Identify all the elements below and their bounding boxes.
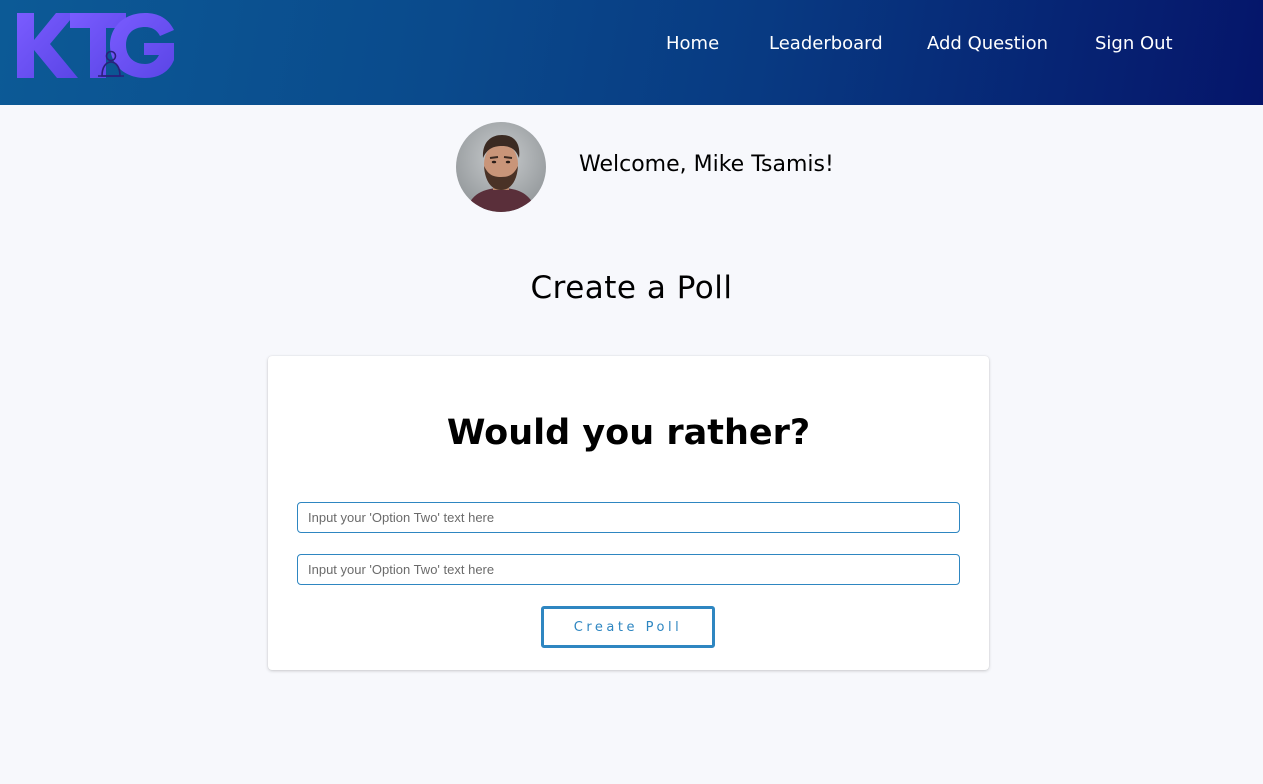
main-nav: Home Leaderboard Add Question Sign Out xyxy=(0,33,1263,59)
avatar xyxy=(456,122,546,212)
create-poll-button[interactable]: Create Poll xyxy=(541,606,715,648)
option-two-input[interactable] xyxy=(297,554,960,585)
nav-sign-out-link[interactable]: Sign Out xyxy=(1095,33,1173,54)
welcome-message: Welcome, Mike Tsamis! xyxy=(579,152,834,177)
page-title: Create a Poll xyxy=(530,270,733,306)
nav-leaderboard-link[interactable]: Leaderboard xyxy=(769,33,883,54)
navbar: Home Leaderboard Add Question Sign Out xyxy=(0,0,1263,105)
poll-heading: Would you rather? xyxy=(446,413,811,453)
user-photo xyxy=(456,122,546,212)
nav-home-link[interactable]: Home xyxy=(666,33,719,54)
nav-add-question-link[interactable]: Add Question xyxy=(927,33,1048,54)
create-poll-card: Would you rather? Create Poll xyxy=(268,356,989,670)
option-one-input[interactable] xyxy=(297,502,960,533)
